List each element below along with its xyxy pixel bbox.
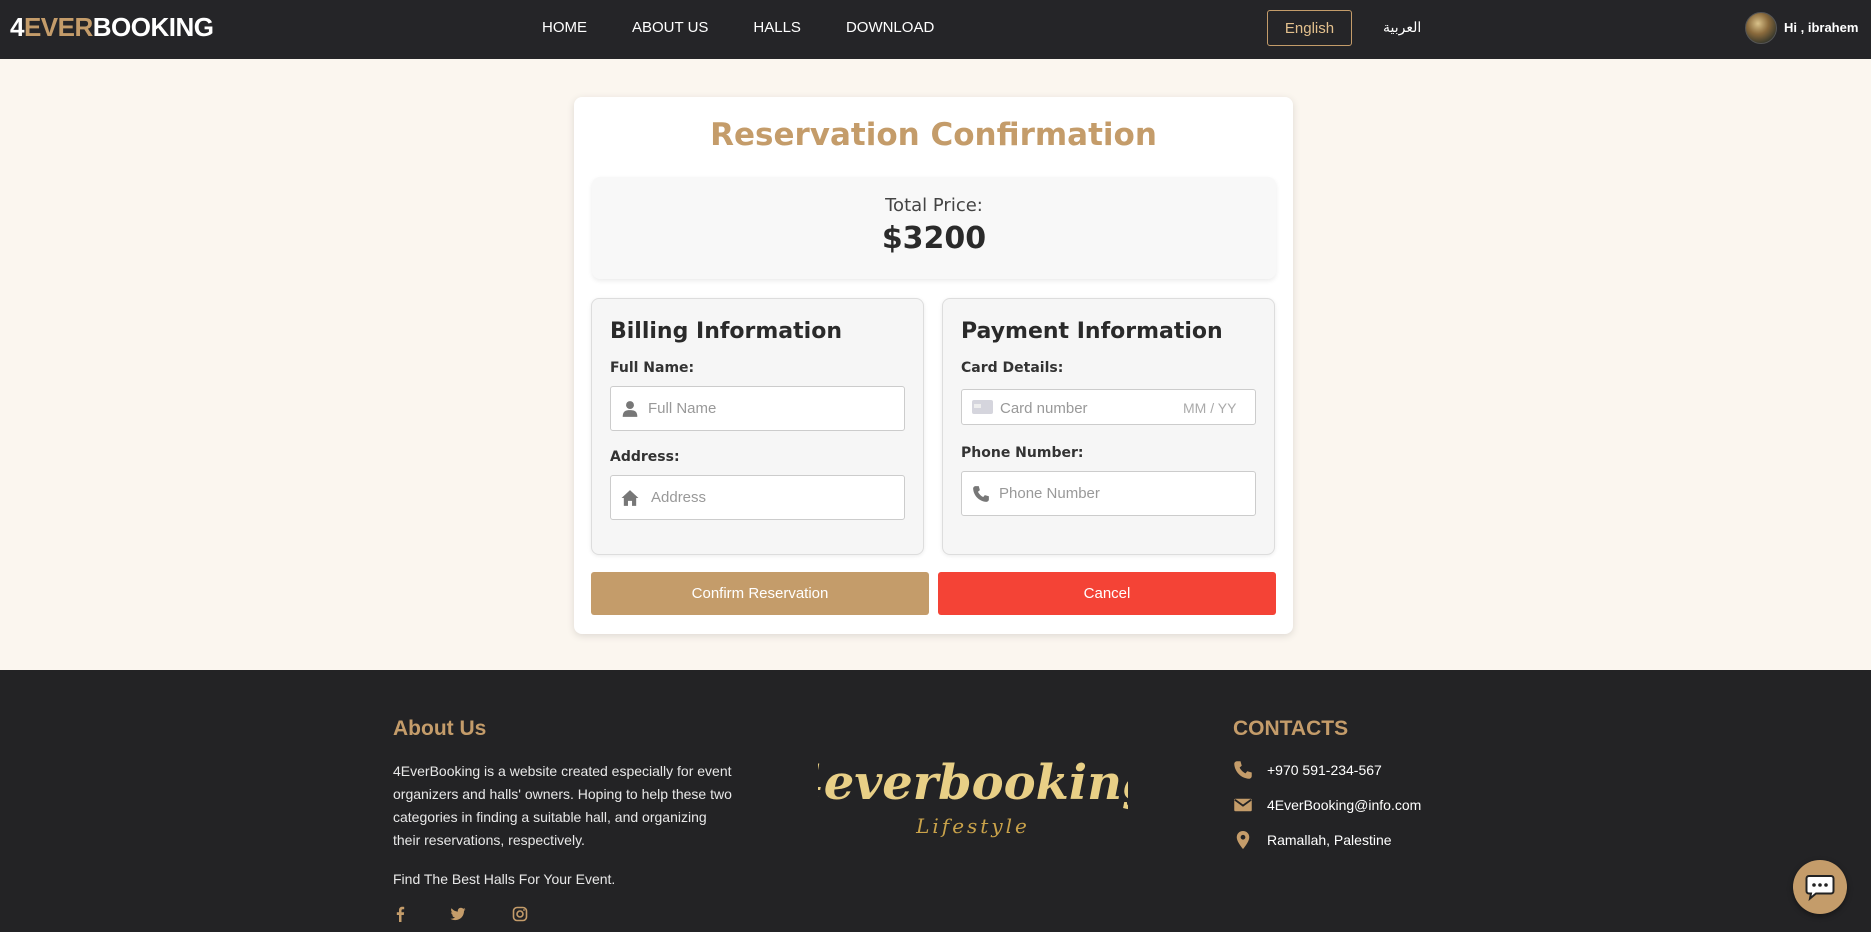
about-text: 4EverBooking is a website created especi… [393,763,732,848]
location-pin-icon [1236,831,1250,849]
brand-logo-subtitle: Lifestyle [915,814,1030,838]
navbar: 4EVERBOOKING HOME ABOUT US HALLS DOWNLOA… [0,0,1871,59]
payment-panel: Payment Information Card Details: Card n… [942,298,1275,555]
total-price-box: Total Price: $3200 [592,177,1276,279]
phone-icon [1234,761,1252,779]
card-number-placeholder[interactable]: Card number [1000,400,1088,417]
footer: About Us 4EverBooking is a website creat… [0,670,1871,932]
phone-number-placeholder: Phone Number [999,485,1100,502]
logo-part-2: EVER [23,12,93,42]
facebook-icon[interactable] [392,906,408,922]
brand-logo-script: 4everbooking [818,755,1128,811]
email-icon [1234,798,1252,812]
contact-phone-text[interactable]: +970 591-234-567 [1267,762,1382,778]
logo-part-1: 4 [10,12,24,42]
address-label: Address: [610,449,680,465]
instagram-icon[interactable] [512,906,528,922]
avatar[interactable] [1745,12,1777,44]
address-placeholder: Address [651,489,707,506]
full-name-field[interactable]: Full Name [610,386,905,431]
payment-title: Payment Information [961,319,1223,344]
address-field[interactable]: Address [610,475,905,520]
site-logo[interactable]: 4EVERBOOKING [10,12,214,43]
contact-email-text[interactable]: 4EverBooking@info.com [1267,797,1421,813]
credit-card-icon [972,400,993,414]
total-price-label: Total Price: [885,195,983,216]
contacts-heading: CONTACTS [1233,717,1349,740]
nav-link-download[interactable]: DOWNLOAD [846,19,934,36]
twitter-icon[interactable] [450,906,466,922]
billing-panel: Billing Information Full Name: Full Name… [591,298,924,555]
contact-location-text: Ramallah, Palestine [1267,832,1392,848]
brand-logo: 4everbooking Lifestyle [818,755,1128,838]
contact-phone: +970 591-234-567 [1233,760,1382,780]
user-icon [622,401,638,417]
nav-link-home[interactable]: HOME [542,19,587,36]
confirm-reservation-button[interactable]: Confirm Reservation [591,572,929,615]
full-name-placeholder: Full Name [648,400,717,417]
card-details-label: Card Details: [961,360,1064,376]
chat-icon [1805,875,1835,901]
page-title: Reservation Confirmation [710,117,1157,153]
nav-links: HOME ABOUT US HALLS DOWNLOAD [542,19,979,36]
contact-email: 4EverBooking@info.com [1233,795,1421,815]
billing-title: Billing Information [610,319,842,344]
user-greeting[interactable]: Hi , ibrahem [1784,20,1858,35]
home-icon [621,490,639,506]
phone-number-label: Phone Number: [961,445,1084,461]
phone-number-field[interactable]: Phone Number [961,471,1256,516]
tagline: Find The Best Halls For Your Event. [393,871,616,887]
expiry-placeholder[interactable]: MM / YY [1183,400,1236,416]
card-details-field[interactable]: Card number MM / YY [961,389,1256,425]
phone-icon [973,486,989,502]
full-name-label: Full Name: [610,360,695,376]
chat-button[interactable] [1793,860,1847,914]
contact-location: Ramallah, Palestine [1233,830,1392,850]
reservation-card: Reservation Confirmation Total Price: $3… [574,97,1293,634]
total-price-value: $3200 [881,221,987,256]
about-heading: About Us [393,717,487,740]
nav-link-halls[interactable]: HALLS [753,19,801,36]
logo-part-3: BOOKING [92,12,214,42]
cancel-button[interactable]: Cancel [938,572,1276,615]
nav-link-about-us[interactable]: ABOUT US [632,19,708,36]
language-arabic-link[interactable]: العربية [1383,19,1421,36]
language-english-button[interactable]: English [1267,10,1352,46]
